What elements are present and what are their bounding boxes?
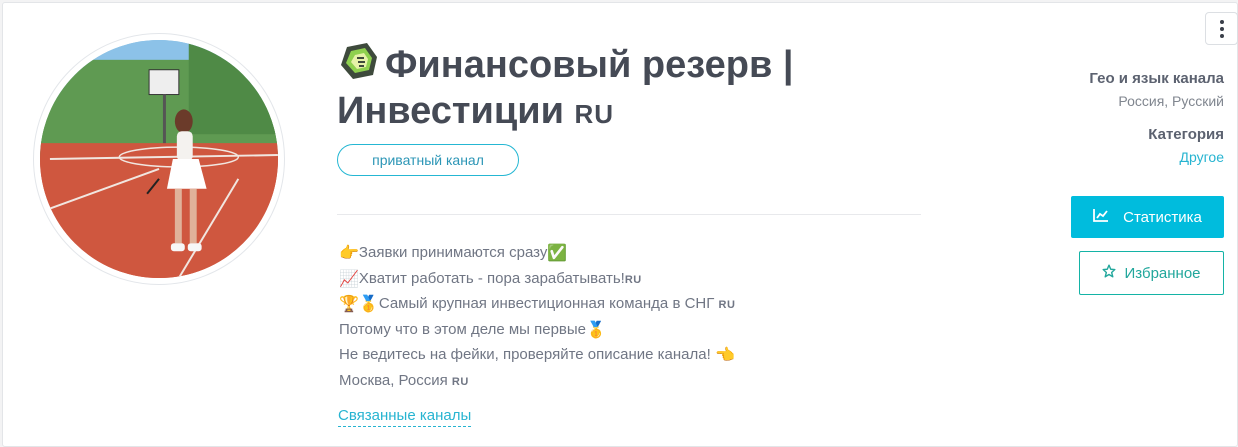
description-line: 👉Заявки принимаются сразу✅ <box>339 241 939 267</box>
avatar-image <box>40 40 278 278</box>
pointing-right-icon: 👉 <box>339 245 359 262</box>
description-text: Самый крупная инвестиционная команда в С… <box>378 295 719 312</box>
pointing-left-icon: 👈 <box>714 347 735 364</box>
category-label: Категория <box>1148 126 1224 143</box>
title-flag: RU <box>574 99 615 129</box>
description-text: Не ведитесь на фейки, проверяйте описани… <box>339 346 715 363</box>
favorite-button[interactable]: Избранное <box>1079 251 1224 295</box>
medal-icon: 🥇 <box>586 321 606 339</box>
geo-section: Гео и язык канала Россия, Русский <box>1089 70 1224 109</box>
title-line-2: Инвестиции <box>337 90 564 132</box>
geo-value: Россия, Русский <box>1118 93 1224 109</box>
channel-description: 👉Заявки принимаются сразу✅ 📈Хватит работ… <box>339 241 939 394</box>
channel-title: Финансовый резерв | Инвестиции RU <box>337 41 857 137</box>
description-text: Москва, Россия <box>339 371 452 389</box>
star-outline-icon <box>1102 264 1117 282</box>
description-line: Потому что в этом деле мы первые🥇 <box>339 318 939 344</box>
category-section: Категория Другое <box>1148 126 1224 165</box>
private-channel-badge[interactable]: приватный канал <box>337 144 519 176</box>
description-text: Хватит работать - пора зарабатывать! <box>358 269 625 287</box>
channel-avatar <box>33 33 285 285</box>
flag-ru-icon: RU <box>451 375 469 388</box>
statistics-button-label: Статистика <box>1123 208 1202 226</box>
channel-card: Финансовый резерв | Инвестиции RU приват… <box>2 2 1238 447</box>
more-vertical-icon[interactable] <box>1205 12 1238 45</box>
description-text: Заявки принимаются сразу <box>358 244 548 261</box>
category-link[interactable]: Другое <box>1148 149 1224 165</box>
chart-line-icon <box>1093 208 1109 226</box>
chart-increasing-icon: 📈 <box>339 270 359 288</box>
description-line: Не ведитесь на фейки, проверяйте описани… <box>339 343 939 369</box>
statistics-button[interactable]: Статистика <box>1071 196 1224 238</box>
flag-ru-icon: RU <box>624 273 642 286</box>
description-line: Москва, Россия RU <box>339 369 939 395</box>
description-line: 📈Хватит работать - пора зарабатывать!RU <box>339 267 939 293</box>
favorite-button-label: Избранное <box>1124 264 1201 282</box>
title-line-1: Финансовый резерв | <box>385 44 794 86</box>
description-line: 🏆🥇Самый крупная инвестиционная команда в… <box>339 292 939 318</box>
geo-label: Гео и язык канала <box>1089 70 1224 87</box>
trophy-medal-icon: 🏆🥇 <box>339 296 379 313</box>
description-text: Потому что в этом деле мы первые <box>339 320 587 338</box>
divider <box>337 214 921 215</box>
flag-ru-icon: RU <box>718 299 736 311</box>
related-channels-link[interactable]: Связанные каналы <box>338 407 472 427</box>
money-cube-icon <box>337 41 381 81</box>
check-mark-icon: ✅ <box>547 245 568 262</box>
